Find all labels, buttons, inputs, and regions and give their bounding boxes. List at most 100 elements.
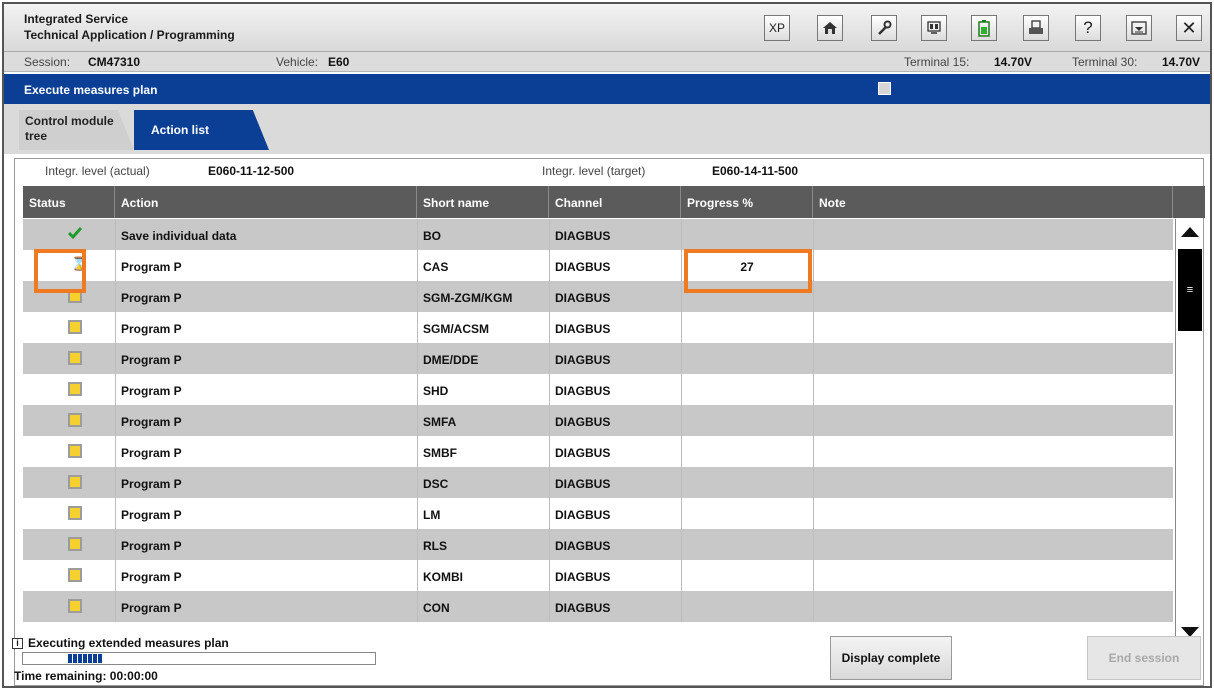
- action-cell: Program P: [121, 353, 182, 367]
- time-remaining: Time remaining: 00:00:00: [14, 669, 158, 683]
- action-cell: Program P: [121, 384, 182, 398]
- info-icon: i: [12, 638, 23, 649]
- xp-button[interactable]: XP: [764, 15, 790, 41]
- col-progress[interactable]: Progress %: [681, 186, 813, 218]
- pending-status-icon: [68, 351, 82, 365]
- table-row[interactable]: Program P SGM-ZGM/KGM DIAGBUS: [23, 281, 1173, 312]
- channel-cell: DIAGBUS: [555, 229, 611, 243]
- table-row[interactable]: Program P LM DIAGBUS: [23, 498, 1173, 529]
- table-row[interactable]: Program P SGM/ACSM DIAGBUS: [23, 312, 1173, 343]
- status-message: Executing extended measures plan: [28, 636, 229, 650]
- vertical-scrollbar[interactable]: ≡: [1175, 219, 1203, 647]
- tab-label-line2: tree: [25, 129, 48, 143]
- pending-status-icon: [68, 537, 82, 551]
- app-window: Integrated Service Technical Application…: [2, 2, 1212, 688]
- app-subtitle: Technical Application / Programming: [24, 28, 235, 42]
- col-status[interactable]: Status: [23, 186, 115, 218]
- channel-cell: DIAGBUS: [555, 291, 611, 305]
- integ-actual-value: E060-11-12-500: [208, 164, 295, 178]
- table-row[interactable]: Program P SMFA DIAGBUS: [23, 405, 1173, 436]
- checkmark-icon: [67, 225, 83, 244]
- progress-cell: [681, 219, 813, 250]
- col-action[interactable]: Action: [115, 186, 417, 218]
- battery-button[interactable]: [971, 15, 997, 41]
- table-row[interactable]: Program P DME/DDE DIAGBUS: [23, 343, 1173, 374]
- battery-icon: [978, 20, 990, 37]
- short-name-cell: DME/DDE: [423, 353, 479, 367]
- collapse-panel-icon[interactable]: [878, 82, 891, 95]
- pending-status-icon: [68, 475, 82, 489]
- note-cell: [813, 529, 1173, 560]
- short-name-cell: SMFA: [423, 415, 457, 429]
- short-name-cell: CAS: [423, 260, 449, 274]
- col-note[interactable]: Note: [813, 186, 1173, 218]
- table-row[interactable]: Program P KOMBI DIAGBUS: [23, 560, 1173, 591]
- action-cell: Program P: [121, 570, 182, 584]
- integ-target-value: E060-14-11-500: [712, 164, 799, 178]
- channel-cell: DIAGBUS: [555, 384, 611, 398]
- end-session-button[interactable]: End session: [1087, 636, 1201, 680]
- col-channel[interactable]: Channel: [549, 186, 681, 218]
- table-row[interactable]: Program P SHD DIAGBUS: [23, 374, 1173, 405]
- col-short-name[interactable]: Short name: [417, 186, 549, 218]
- progress-cell: [681, 560, 813, 591]
- minimize-button[interactable]: [1126, 15, 1152, 41]
- pending-status-icon: [68, 506, 82, 520]
- display-complete-button[interactable]: Display complete: [830, 636, 952, 680]
- note-cell: [813, 498, 1173, 529]
- tab-action-list[interactable]: Action list: [134, 110, 269, 150]
- integ-actual-label: Integr. level (actual): [45, 164, 150, 178]
- short-name-cell: SHD: [423, 384, 449, 398]
- scroll-thumb[interactable]: ≡: [1178, 249, 1202, 331]
- action-cell: Save individual data: [121, 229, 237, 243]
- service-button[interactable]: [871, 15, 897, 41]
- table-row[interactable]: Program P DSC DIAGBUS: [23, 467, 1173, 498]
- minimize-window-icon: [1131, 21, 1147, 35]
- control-unit-icon: [927, 21, 941, 34]
- progress-cell: [681, 405, 813, 436]
- table-row[interactable]: Program P RLS DIAGBUS: [23, 529, 1173, 560]
- session-bar: Session: CM47310 Vehicle: E60 Terminal 1…: [4, 52, 1210, 72]
- channel-cell: DIAGBUS: [555, 601, 611, 615]
- section-title: Execute measures plan: [24, 83, 158, 97]
- terminal30-value: 14.70V: [1162, 55, 1201, 69]
- pending-status-icon: [68, 568, 82, 582]
- session-value: CM47310: [88, 55, 141, 69]
- note-cell: [813, 591, 1173, 622]
- channel-cell: DIAGBUS: [555, 508, 611, 522]
- pending-status-icon: [68, 413, 82, 427]
- short-name-cell: SGM-ZGM/KGM: [423, 291, 513, 305]
- terminal30-label: Terminal 30:: [1072, 55, 1138, 69]
- progress-cell: [681, 498, 813, 529]
- table-row[interactable]: Program P SMBF DIAGBUS: [23, 436, 1173, 467]
- action-cell: Program P: [121, 601, 182, 615]
- help-icon: ?: [1083, 18, 1093, 37]
- note-cell: [813, 250, 1173, 281]
- channel-cell: DIAGBUS: [555, 415, 611, 429]
- progress-cell: [681, 312, 813, 343]
- table-row[interactable]: Program P CON DIAGBUS: [23, 591, 1173, 622]
- short-name-cell: DSC: [423, 477, 449, 491]
- action-cell: Program P: [121, 477, 182, 491]
- section-header: Execute measures plan: [4, 74, 1210, 104]
- note-cell: [813, 374, 1173, 405]
- terminal15-value: 14.70V: [994, 55, 1033, 69]
- close-button[interactable]: ✕: [1176, 15, 1202, 41]
- table-row[interactable]: Save individual data BO DIAGBUS: [23, 219, 1173, 250]
- note-cell: [813, 343, 1173, 374]
- scroll-up-icon[interactable]: [1181, 227, 1199, 237]
- table-body: Save individual data BO DIAGBUS ⌛ Program PC…: [23, 219, 1173, 647]
- note-cell: [813, 467, 1173, 498]
- home-button[interactable]: [817, 15, 843, 41]
- app-title: Integrated Service: [24, 12, 129, 26]
- tab-control-module-tree[interactable]: Control module tree: [19, 110, 134, 150]
- home-icon: [823, 22, 837, 34]
- note-cell: [813, 312, 1173, 343]
- help-button[interactable]: ?: [1075, 15, 1101, 41]
- integ-target-label: Integr. level (target): [542, 164, 646, 178]
- channel-cell: DIAGBUS: [555, 260, 611, 274]
- print-button[interactable]: [1023, 15, 1049, 41]
- table-row[interactable]: ⌛ Program P CAS DIAGBUS 27: [23, 250, 1173, 281]
- pending-status-icon: [68, 599, 82, 613]
- control-unit-button[interactable]: [921, 15, 947, 41]
